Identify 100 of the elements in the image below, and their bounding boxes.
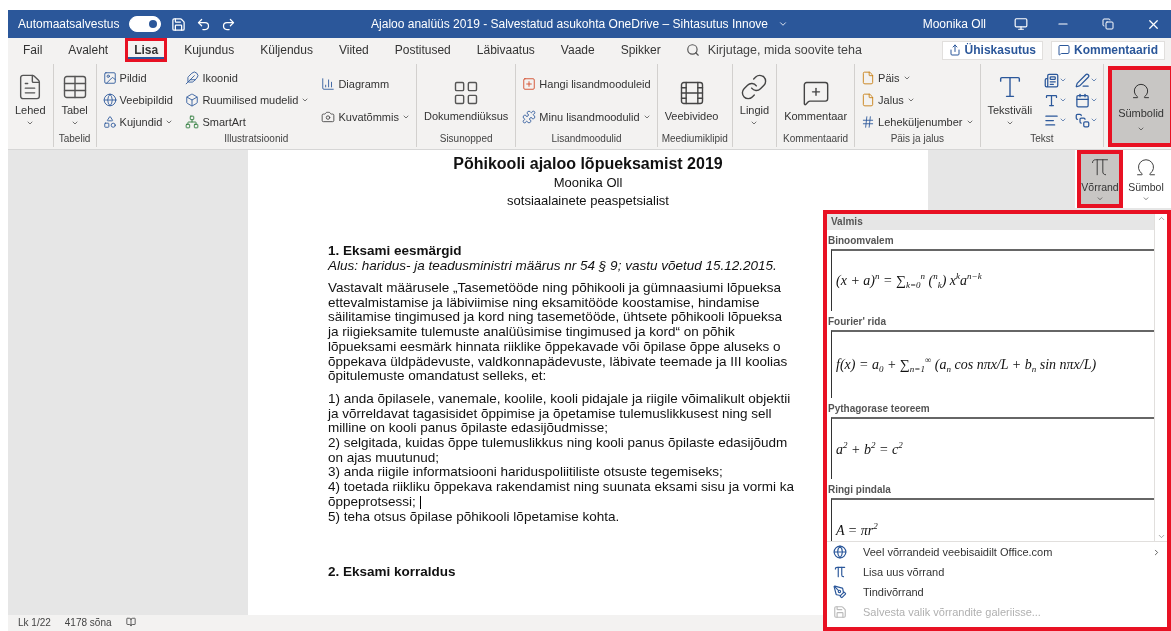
camera-icon <box>321 109 336 124</box>
document-author: Moonika Oll <box>552 175 624 191</box>
ribbon-button[interactable]: Tabel <box>57 71 92 129</box>
undo-icon[interactable] <box>196 16 212 32</box>
ribbon-button[interactable]: Ikoonid <box>183 70 312 86</box>
caret-icon[interactable] <box>778 19 788 29</box>
share-icon <box>948 44 961 56</box>
autosave-toggle[interactable] <box>129 16 162 32</box>
ribbon-button[interactable]: Hangi lisandmooduleid <box>520 75 653 92</box>
group-label: Sisunopped <box>439 133 493 144</box>
menu-item[interactable]: Veel võrrandeid veebisaidilt Office.com <box>827 542 1167 562</box>
popup-button[interactable]: Sümbol <box>1123 150 1169 208</box>
ribbon-button[interactable]: Diagramm <box>319 75 412 92</box>
ribbon-button[interactable]: Tekstiväli <box>984 71 1036 129</box>
autosave-label: Automaatsalvestus <box>18 17 120 31</box>
caret-icon <box>1059 96 1068 104</box>
popup-button[interactable]: Võrrand <box>1077 150 1123 208</box>
drop-cap-icon <box>1044 112 1060 128</box>
equation-item[interactable]: A = πr$^{2}$ <box>831 498 1154 541</box>
globe-icon <box>833 545 847 559</box>
ribbon-button[interactable]: Päis <box>859 70 976 86</box>
caret-icon <box>1096 194 1104 202</box>
document-text: on ajas muutunud; <box>328 450 440 466</box>
section-heading: 2. Eksami korraldus <box>328 564 456 580</box>
shapes-icon <box>102 115 117 129</box>
ribbon-button[interactable]: Kuvatõmmis <box>319 108 412 125</box>
ribbon-button[interactable]: Minu lisandmoodulid <box>520 108 653 125</box>
pen-icon <box>833 585 847 599</box>
ribbon-button[interactable]: Kujundid <box>100 114 176 130</box>
ribbon-button[interactable]: SmartArt <box>183 114 312 130</box>
comments-button[interactable]: Kommentaarid <box>1050 40 1165 60</box>
group-label: Illustratsioonid <box>224 133 289 144</box>
header-icon <box>861 71 876 85</box>
basis-text: Alus: haridus- ja teadusministri määrus nr 54 § 9; vastu võetud 15.12.2015. <box>328 258 778 273</box>
ribbon-button[interactable]: Jalus <box>859 92 976 108</box>
document-text: säilitamise tingimused ja kord ning tasemetööde, ühtsete põhikooli lõpueksa <box>328 310 783 326</box>
proofing-icon[interactable] <box>125 617 136 627</box>
group-label: Lisandmoodulid <box>551 133 622 144</box>
ribbon-tab[interactable]: Avaleht <box>59 38 118 62</box>
ribbon-button[interactable]: Pildid <box>100 70 176 86</box>
document-text: õpitulemuste omandatust selleks, et: <box>328 369 547 384</box>
caret-icon <box>1059 76 1068 84</box>
equation-item[interactable]: a$^{2}$ + b$^{2}$ = c$^{2}$ <box>831 417 1154 479</box>
ribbon-tab[interactable]: Fail <box>14 38 52 62</box>
footer-icon <box>861 93 876 107</box>
cube-icon <box>185 93 200 107</box>
save-icon[interactable] <box>171 16 187 32</box>
document-text: lõpueksami eesmärk hinnata riiklike õppekavade või õpilase õppe aluseks o <box>328 339 781 355</box>
ribbon-tab[interactable]: Viited <box>329 38 378 62</box>
word-count: 4178 sõna <box>64 617 112 628</box>
search-field[interactable]: Kirjutage, mida soovite teha <box>705 42 900 58</box>
group-label: Kommentaarid <box>783 133 849 144</box>
document-text: 2) selgitada, kuidas õppe tulemuslikkus ning kooli panus õpilaste edasijõudm <box>328 436 788 451</box>
section-header: Valmis <box>827 214 1154 230</box>
document-text: Vastavalt määrusele „Tasemetööde ning põhikooli ja gümnaasiumi lõpueksa <box>328 281 781 296</box>
ribbon-button[interactable]: Lehed <box>12 71 49 129</box>
ribbon-button[interactable]: Sümbolid <box>1108 66 1171 147</box>
ribbon-button[interactable]: Leheküljenumber <box>859 114 976 130</box>
ribbon-button[interactable]: Ruumilised mudelid <box>183 92 312 108</box>
menu-item[interactable]: Lisa uus võrrand <box>827 562 1167 582</box>
ribbon-tab[interactable]: Kujundus <box>175 38 244 62</box>
group-label: Päis ja jalus <box>890 133 944 144</box>
document-text: ettevalmistamise ja läbiviimise ning eksamitööde koostamise, hindamise <box>328 295 760 311</box>
ribbon-tab[interactable]: Spikker <box>611 38 670 62</box>
ribbon-tab[interactable]: Läbivaatus <box>467 38 544 62</box>
ribbon-tab[interactable]: Postitused <box>385 38 460 62</box>
wordart-icon <box>1044 92 1060 108</box>
link-icon <box>740 73 769 101</box>
group-label: Tabelid <box>58 133 91 144</box>
group-label: Meediumiklipid <box>661 133 728 144</box>
equation-title: Ringi pindala <box>827 483 892 497</box>
caret-icon <box>1090 116 1099 124</box>
section-heading: 1. Eksami eesmärgid <box>328 243 462 258</box>
ribbon-display-icon[interactable] <box>1014 17 1028 31</box>
search-icon <box>685 43 700 57</box>
comment-icon <box>1057 44 1070 56</box>
pi-icon <box>833 565 847 579</box>
ribbon-button[interactable]: Lingid <box>736 71 773 129</box>
ribbon-tab[interactable]: Lisa <box>125 38 168 62</box>
ribbon-button[interactable]: Kommentaar <box>781 76 851 124</box>
ribbon-tab[interactable]: Küljendus <box>251 38 322 62</box>
equation-item[interactable]: (x + a)$^{n}$ = ∑$_{k=0}$$^{n}$ ($^{n}$$_{k}$) x$^{k}$a$^{n−k}$ <box>831 249 1154 311</box>
ribbon-tab[interactable]: Vaade <box>551 38 604 62</box>
equation-title: Fourier' rida <box>827 315 887 329</box>
equation-title: Pythagorase teoreem <box>827 402 931 416</box>
document-text: 4) toetada riikliku õppekava rakendamist ning suunata eksami sisu ja vormi ka <box>328 480 794 495</box>
redo-icon[interactable] <box>221 16 237 32</box>
document-text: 1) anda õpilasele, vanemale, koolile, kooli pidajale ja riigile võimalikult objektii <box>328 391 791 407</box>
share-button[interactable]: Ühiskasutus <box>941 40 1043 60</box>
ribbon-button[interactable]: Dokumendiüksus <box>420 76 512 124</box>
ribbon-button[interactable]: Veebivideo <box>661 76 722 124</box>
document-text: 3) anda riigile informatsiooni hariduspoliitiliste otsuste tegemiseks; <box>328 465 723 481</box>
puzzle-icon <box>522 109 537 124</box>
quick-parts-icon <box>1044 72 1060 88</box>
picture-icon <box>102 71 117 85</box>
menu-item[interactable]: Tindivõrrand <box>827 582 1167 602</box>
ribbon-button[interactable]: Veebipildid <box>100 92 176 108</box>
equation-item[interactable]: f(x) = a$_{0}$ + ∑$_{n=1}$$^{∞}$ (a$_{n}$ cos nπx/L + b$_{n}$ sin nπx/L) <box>831 330 1154 398</box>
restore-icon[interactable] <box>1102 18 1114 30</box>
page-number-icon <box>861 115 876 129</box>
